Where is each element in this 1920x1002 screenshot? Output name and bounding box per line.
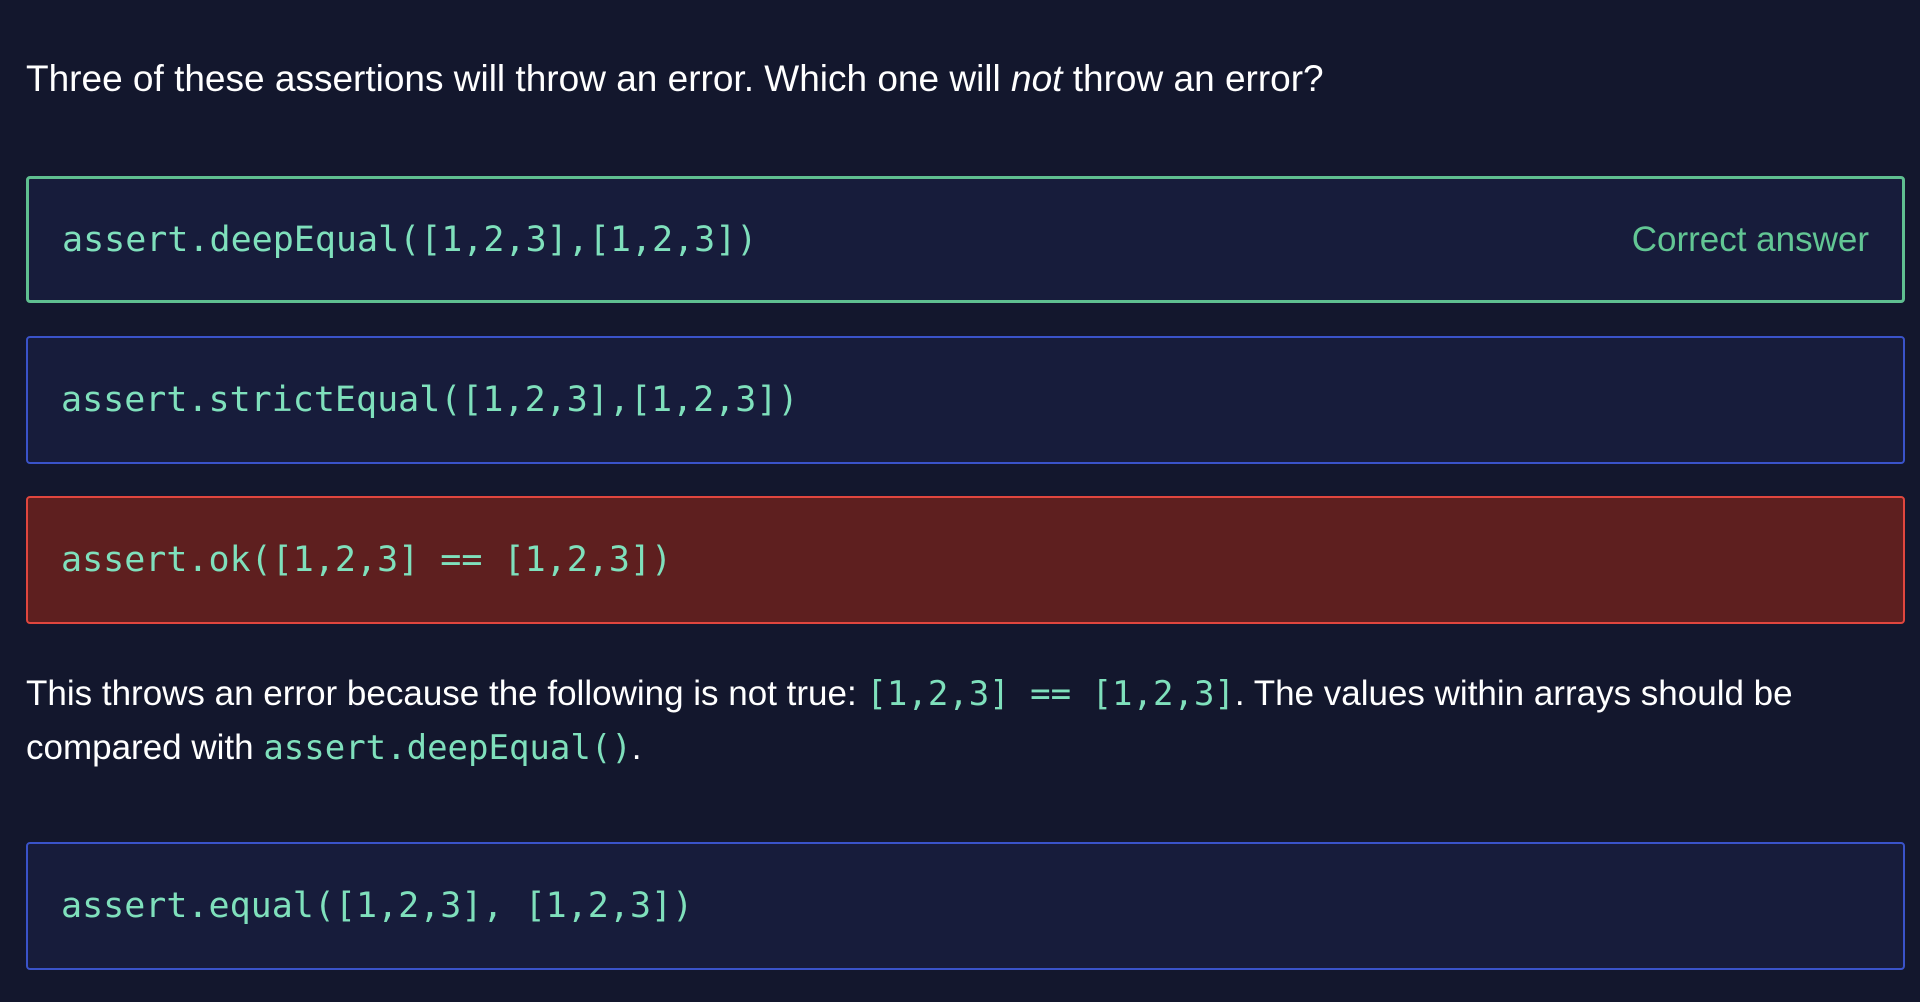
answer-option-code: assert.deepEqual([1,2,3],[1,2,3])	[62, 219, 758, 260]
question-text-after: throw an error?	[1062, 58, 1324, 99]
question-text-before: Three of these assertions will throw an …	[26, 58, 1012, 99]
explanation-inline-code: assert.deepEqual()	[263, 728, 632, 768]
explanation-text: This throws an error because the followi…	[26, 674, 867, 713]
answer-option-code: assert.ok([1,2,3] == [1,2,3])	[61, 540, 673, 580]
question-text-emphasis: not	[1011, 58, 1063, 99]
answer-option-strict-equal[interactable]: assert.strictEqual([1,2,3],[1,2,3])	[26, 336, 1905, 464]
answer-option-deep-equal[interactable]: assert.deepEqual([1,2,3],[1,2,3]) Correc…	[26, 176, 1905, 303]
answer-explanation: This throws an error because the followi…	[26, 667, 1886, 775]
question-text: Three of these assertions will throw an …	[26, 50, 1324, 108]
answer-option-ok[interactable]: assert.ok([1,2,3] == [1,2,3])	[26, 496, 1905, 624]
answer-option-code: assert.equal([1,2,3], [1,2,3])	[61, 886, 694, 926]
explanation-text: .	[631, 728, 642, 767]
quiz-page: Three of these assertions will throw an …	[0, 0, 1920, 1002]
answer-option-equal[interactable]: assert.equal([1,2,3], [1,2,3])	[26, 842, 1905, 970]
answer-option-code: assert.strictEqual([1,2,3],[1,2,3])	[61, 380, 799, 420]
explanation-inline-code: [1,2,3] == [1,2,3]	[866, 674, 1235, 714]
correct-answer-badge: Correct answer	[1631, 219, 1869, 259]
